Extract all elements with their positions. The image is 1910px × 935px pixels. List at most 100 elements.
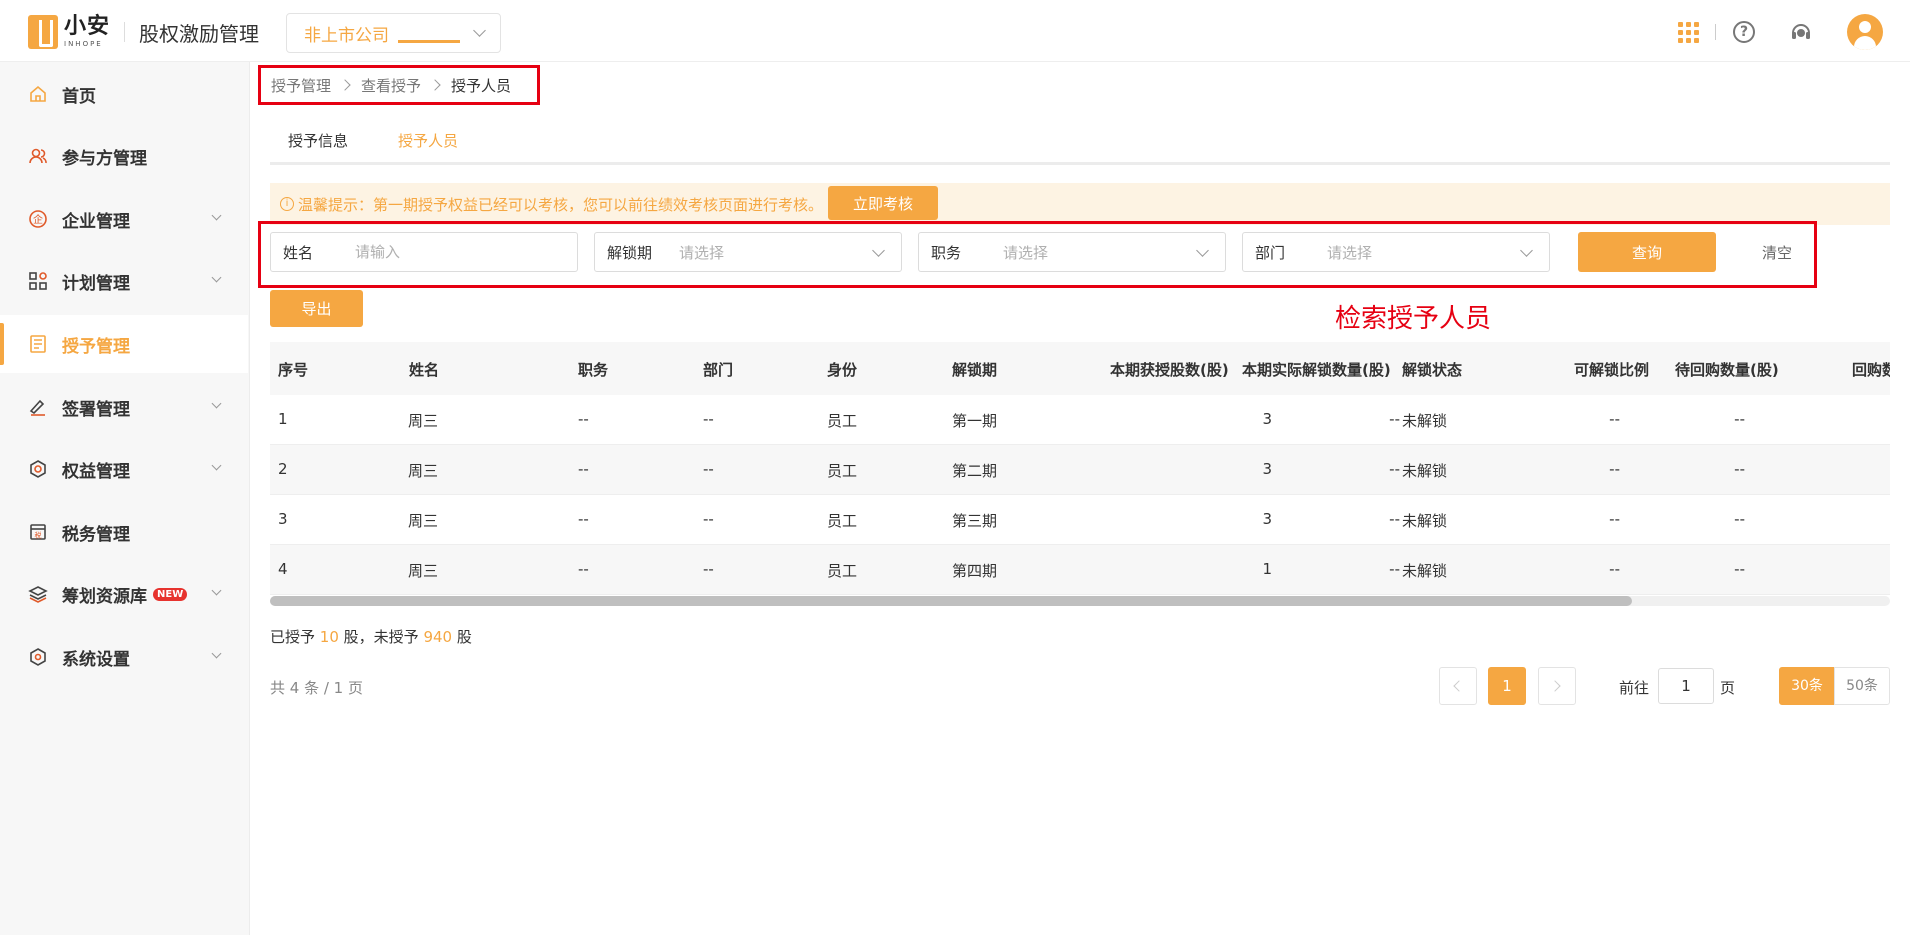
table-row[interactable]: 2 周三 -- -- 员工 第二期 3 -- 未解锁 -- --: [270, 445, 1890, 495]
chevron-down-icon: [211, 460, 222, 471]
sidebar-item-tax[interactable]: 税 税务管理: [0, 503, 248, 561]
sidebar-item-grant[interactable]: 授予管理: [0, 315, 248, 373]
col-header-unlock-period: 解锁期: [952, 361, 998, 379]
settings-icon: [30, 648, 46, 666]
company-type-value: 非上市公司: [304, 25, 389, 46]
chevron-down-icon: [211, 398, 222, 409]
col-header-actual-unlocked: 本期实际解锁数量(股): [1242, 361, 1391, 379]
help-icon[interactable]: ?: [1733, 21, 1755, 43]
logo-divider: [124, 22, 126, 42]
equity-icon: [30, 460, 46, 478]
breadcrumb-item-grant-management[interactable]: 授予管理: [271, 75, 331, 96]
users-icon: [29, 148, 47, 164]
enterprise-icon: 企: [29, 210, 47, 228]
chevron-right-icon: [339, 79, 351, 91]
chevron-down-icon: [211, 585, 222, 596]
unlock-period-label: 解锁期: [607, 243, 653, 262]
logo[interactable]: 小安 INHOPE 股权激励管理: [28, 14, 259, 50]
svg-text:企: 企: [33, 213, 43, 226]
tab-bar: 授予信息 授予人员: [270, 120, 1890, 165]
sidebar-item-equity[interactable]: 权益管理: [0, 440, 248, 498]
name-input[interactable]: [355, 243, 577, 261]
department-select[interactable]: 部门 请选择: [1242, 232, 1550, 272]
ungranted-shares-value: 940: [423, 628, 453, 646]
chevron-down-icon: [872, 244, 885, 257]
goto-page-input[interactable]: [1658, 668, 1714, 704]
tax-icon: 税: [30, 524, 46, 540]
chevron-down-icon: [1520, 244, 1533, 257]
goto-label: 前往: [1619, 679, 1650, 697]
chevron-right-icon: [1549, 680, 1561, 692]
active-tab-indicator: [398, 40, 460, 43]
department-placeholder: 请选择: [1327, 243, 1373, 262]
assess-now-button[interactable]: 立即考核: [828, 186, 938, 220]
annotation-label: 检索授予人员: [1335, 304, 1492, 334]
header-divider: [1715, 24, 1716, 40]
breadcrumb-item-view-grant[interactable]: 查看授予: [361, 75, 421, 96]
top-header: 小安 INHOPE 股权激励管理 非上市公司 ?: [0, 0, 1910, 62]
customer-service-icon[interactable]: [1789, 20, 1813, 44]
query-button[interactable]: 查询: [1578, 232, 1716, 272]
grant-doc-icon: [30, 335, 46, 353]
company-type-select[interactable]: 非上市公司: [286, 13, 501, 53]
name-field: 姓名: [270, 232, 578, 272]
chevron-down-icon: [211, 272, 222, 283]
unlock-period-placeholder: 请选择: [679, 243, 725, 262]
col-header-buyback: 回购数: [1852, 361, 1890, 379]
next-page-button[interactable]: [1538, 667, 1576, 705]
col-header-granted-shares: 本期获授股数(股): [1110, 361, 1229, 379]
col-header-position: 职务: [578, 361, 609, 379]
horizontal-scrollbar[interactable]: [270, 596, 1890, 606]
scrollbar-thumb[interactable]: [270, 596, 1632, 606]
sidebar-item-resources[interactable]: 筹划资源库 NEW: [0, 565, 248, 623]
tab-grant-people[interactable]: 授予人员: [398, 130, 458, 151]
system-title: 股权激励管理: [139, 21, 260, 46]
chevron-down-icon: [211, 648, 222, 659]
goto-suffix: 页: [1720, 679, 1736, 697]
unlock-period-select[interactable]: 解锁期 请选择: [594, 232, 902, 272]
department-label: 部门: [1255, 243, 1286, 262]
page-number-current[interactable]: 1: [1488, 667, 1526, 705]
logo-subtext: INHOPE: [64, 40, 103, 48]
tip-text: 温馨提示：第一期授予权益已经可以考核，您可以前往绩效考核页面进行考核。: [298, 195, 824, 214]
page-size-30[interactable]: 30条: [1779, 667, 1835, 705]
prev-page-button[interactable]: [1439, 667, 1477, 705]
col-header-department: 部门: [703, 361, 734, 379]
col-header-unlockable-ratio: 可解锁比例: [1574, 361, 1650, 379]
sidebar-item-participants[interactable]: 参与方管理: [0, 127, 248, 185]
chevron-down-icon: [211, 210, 222, 221]
clear-button[interactable]: 清空: [1747, 232, 1807, 272]
apps-grid-icon[interactable]: [1678, 22, 1699, 43]
chevron-right-icon: [429, 79, 441, 91]
granted-shares-value: 10: [319, 628, 339, 646]
user-avatar[interactable]: [1847, 14, 1883, 50]
sidebar-item-enterprise[interactable]: 企 企业管理: [0, 190, 248, 248]
chevron-left-icon: [1453, 680, 1465, 692]
chevron-down-icon: [1196, 244, 1209, 257]
sidebar-item-plan[interactable]: 计划管理: [0, 252, 248, 310]
new-badge: NEW: [153, 587, 188, 601]
sidebar-item-home[interactable]: 首页: [0, 65, 248, 123]
logo-text: 小安: [64, 14, 111, 39]
svg-text:税: 税: [35, 531, 42, 540]
info-icon: i: [280, 197, 294, 211]
total-count: 共 4 条 / 1 页: [270, 679, 363, 697]
col-header-index: 序号: [278, 361, 309, 379]
position-select[interactable]: 职务 请选择: [918, 232, 1226, 272]
table-row[interactable]: 1 周三 -- -- 员工 第一期 3 -- 未解锁 -- --: [270, 395, 1890, 445]
sidebar-item-sign[interactable]: 签署管理: [0, 378, 248, 436]
breadcrumb-item-current: 授予人员: [451, 76, 512, 95]
sidebar: 首页 参与方管理 企 企业管理 计划管理 授予管理 签署管理 权益管理 税 税务…: [0, 62, 250, 935]
export-button[interactable]: 导出: [270, 290, 363, 327]
logo-icon: [28, 15, 58, 49]
sidebar-item-settings[interactable]: 系统设置: [0, 628, 248, 686]
search-form: 姓名 解锁期 请选择 职务 请选择 部门 请选择 查询 清空: [258, 221, 1817, 288]
table-row[interactable]: 4 周三 -- -- 员工 第四期 1 -- 未解锁 -- --: [270, 545, 1890, 595]
tab-grant-info[interactable]: 授予信息: [288, 130, 348, 151]
name-label: 姓名: [283, 243, 314, 262]
col-header-unlock-status: 解锁状态: [1402, 361, 1463, 379]
chevron-down-icon: [473, 24, 486, 37]
grant-summary: 已授予 10 股，未授予 940 股: [270, 628, 472, 646]
page-size-50[interactable]: 50条: [1834, 667, 1890, 705]
table-row[interactable]: 3 周三 -- -- 员工 第三期 3 -- 未解锁 -- --: [270, 495, 1890, 545]
